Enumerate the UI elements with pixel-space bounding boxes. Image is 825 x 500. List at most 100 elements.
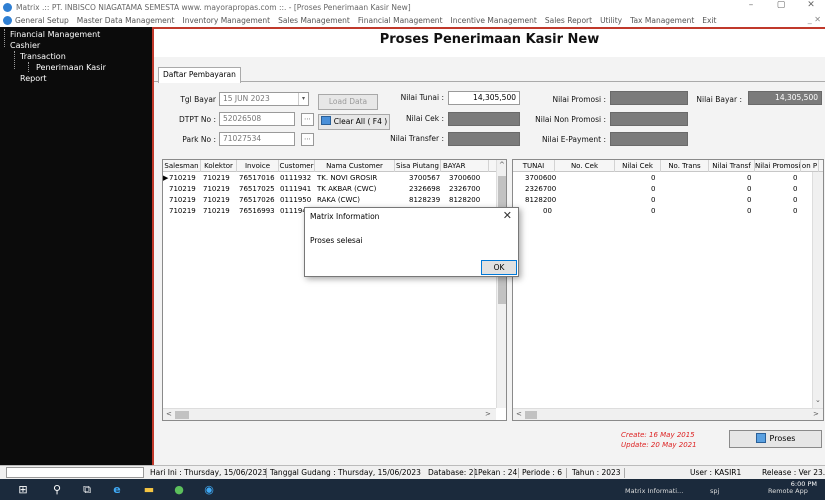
taskbar-app-matrix[interactable]: Matrix Informati... <box>625 483 683 499</box>
nilai-cek-input[interactable] <box>448 112 520 126</box>
cell-salesman: 710219 <box>169 207 196 215</box>
sidebar-item-cashier[interactable]: Cashier <box>0 40 152 51</box>
cell-nilai-promosi: 0 <box>793 196 798 204</box>
sidebar-item-penerimaan-kasir[interactable]: Penerimaan Kasir <box>0 62 152 73</box>
col-nama-customer[interactable]: Nama Customer <box>315 160 395 172</box>
col-nilai-promosi[interactable]: Nilai Promosi <box>755 160 801 172</box>
menu-bar: General Setup Master Data Management Inv… <box>0 14 825 27</box>
nilai-transfer-input[interactable] <box>448 132 520 146</box>
window-title: Matrix .:: PT. INBISCO NIAGATAMA SEMESTA… <box>16 2 411 12</box>
cell-invoice: 76517025 <box>239 185 275 193</box>
windows-start-icon[interactable]: ⊞ <box>16 483 30 496</box>
menu-master-data[interactable]: Master Data Management <box>77 16 175 25</box>
search-icon[interactable]: ⚲ <box>50 483 64 496</box>
col-tunai[interactable]: TUNAI <box>513 160 555 172</box>
edge-browser-icon[interactable]: e <box>110 483 124 496</box>
minimize-icon[interactable]: – <box>741 0 761 10</box>
scroll-thumb[interactable] <box>175 411 189 419</box>
col-salesman[interactable]: Salesman <box>163 160 201 172</box>
table-row[interactable]: 8128200 0 0 0 <box>513 195 823 206</box>
cell-nilai-cek: 0 <box>651 185 656 193</box>
scroll-up-icon[interactable]: ^ <box>499 161 505 169</box>
menu-inventory[interactable]: Inventory Management <box>182 16 270 25</box>
maximize-icon[interactable]: ▢ <box>771 0 791 10</box>
command-input[interactable] <box>6 467 144 478</box>
clear-all-button[interactable]: Clear All ( F4 ) <box>318 114 390 130</box>
menu-tax[interactable]: Tax Management <box>630 16 694 25</box>
app-green-icon[interactable]: ● <box>172 483 186 496</box>
col-customer[interactable]: Customer <box>279 160 315 172</box>
invoice-grid[interactable]: Salesman Kolektor Invoice Customer Nama … <box>162 159 507 421</box>
ok-button[interactable]: OK <box>481 260 517 275</box>
taskbar-app-spj[interactable]: spj <box>710 483 719 499</box>
park-lookup-button[interactable]: ⋯ <box>301 133 314 146</box>
scroll-right-icon[interactable]: > <box>813 410 819 418</box>
menu-financial[interactable]: Financial Management <box>358 16 443 25</box>
sidebar-item-financial-management[interactable]: Financial Management <box>0 29 152 40</box>
col-sisa-piutang[interactable]: Sisa Piutang <box>395 160 441 172</box>
payment-grid-hscroll[interactable]: < > <box>513 408 823 420</box>
menu-sales-report[interactable]: Sales Report <box>545 16 592 25</box>
scroll-right-icon[interactable]: > <box>485 410 491 418</box>
table-row[interactable]: 3700600 0 0 0 <box>513 173 823 184</box>
close-icon[interactable]: ✕ <box>503 209 512 222</box>
nilai-non-promosi-input[interactable] <box>610 112 688 126</box>
col-kolektor[interactable]: Kolektor <box>201 160 237 172</box>
table-row[interactable]: ▶ 710219 710219 76517016 0111932 TK. NOV… <box>163 173 506 184</box>
col-no-trans[interactable]: No. Trans <box>661 160 709 172</box>
nilai-bayar-input[interactable]: 14,305,500 <box>748 91 822 105</box>
file-explorer-icon[interactable]: ▬ <box>142 483 156 496</box>
menu-incentive[interactable]: Incentive Management <box>451 16 537 25</box>
status-user: User : KASIR1 <box>690 468 742 477</box>
cell-salesman: 710219 <box>169 196 196 204</box>
col-no-cek[interactable]: No. Cek <box>555 160 615 172</box>
mdi-controls[interactable]: _ ✕ <box>808 15 821 24</box>
sidebar-item-transaction[interactable]: Transaction <box>0 51 152 62</box>
dtpt-lookup-button[interactable]: ⋯ <box>301 113 314 126</box>
col-invoice[interactable]: Invoice <box>237 160 279 172</box>
title-bar: Matrix .:: PT. INBISCO NIAGATAMA SEMESTA… <box>0 0 825 14</box>
nilai-tunai-input[interactable]: 14,305,500 <box>448 91 520 105</box>
table-row[interactable]: 710219 710219 76517026 0111950 RAKA (CWC… <box>163 195 506 206</box>
scroll-left-icon[interactable]: < <box>166 410 172 418</box>
nilai-promosi-input[interactable] <box>610 91 688 105</box>
app-logo-icon <box>3 2 12 12</box>
menu-general-setup[interactable]: General Setup <box>15 16 69 25</box>
cell-nilai-transf: 0 <box>747 185 752 193</box>
invoice-grid-hscroll[interactable]: < > <box>163 408 496 420</box>
scroll-left-icon[interactable]: < <box>516 410 522 418</box>
cell-kolektor: 710219 <box>203 174 230 182</box>
menu-sales[interactable]: Sales Management <box>278 16 350 25</box>
matrix-app-icon[interactable]: ◉ <box>202 483 216 496</box>
proses-button[interactable]: Proses <box>729 430 822 448</box>
dialog-message: Proses selesai <box>310 236 363 245</box>
table-row[interactable]: 710219 710219 76517025 0111941 TK AKBAR … <box>163 184 506 195</box>
table-row[interactable]: 2326700 0 0 0 <box>513 184 823 195</box>
payment-grid[interactable]: TUNAI No. Cek Nilai Cek No. Trans Nilai … <box>512 159 824 421</box>
proses-label: Proses <box>769 434 796 443</box>
tgl-bayar-picker[interactable]: 15 JUN 2023 ▾ <box>219 92 309 106</box>
task-view-icon[interactable]: ⧉ <box>80 483 94 496</box>
dtpt-input[interactable]: 52026508 <box>219 112 295 126</box>
nilai-promosi-label: Nilai Promosi : <box>552 95 606 104</box>
col-nilai-cek[interactable]: Nilai Cek <box>615 160 661 172</box>
invoice-grid-vscroll[interactable]: ^ <box>496 160 506 408</box>
col-non-promosi[interactable]: on P <box>801 160 819 172</box>
scroll-down-icon[interactable]: ⌄ <box>815 396 821 404</box>
chevron-down-icon[interactable]: ▾ <box>298 93 308 105</box>
clock: 6:00 PM <box>790 480 817 488</box>
load-data-button[interactable]: Load Data <box>318 94 378 110</box>
payment-grid-vscroll[interactable]: ⌄ <box>812 172 823 408</box>
menu-exit[interactable]: Exit <box>702 16 716 25</box>
sidebar-item-report[interactable]: Report <box>0 73 152 84</box>
col-bayar[interactable]: BAYAR <box>441 160 489 172</box>
scroll-thumb[interactable] <box>525 411 537 419</box>
nilai-epayment-input[interactable] <box>610 132 688 146</box>
col-nilai-transf[interactable]: Nilai Transf <box>709 160 755 172</box>
table-row[interactable]: 00 0 0 0 <box>513 206 823 217</box>
park-input[interactable]: 71027534 <box>219 132 295 146</box>
close-icon[interactable]: ✕ <box>801 0 821 10</box>
tab-daftar-pembayaran[interactable]: Daftar Pembayaran <box>158 67 241 83</box>
park-label: Park No : <box>182 135 216 144</box>
menu-utility[interactable]: Utility <box>600 16 622 25</box>
